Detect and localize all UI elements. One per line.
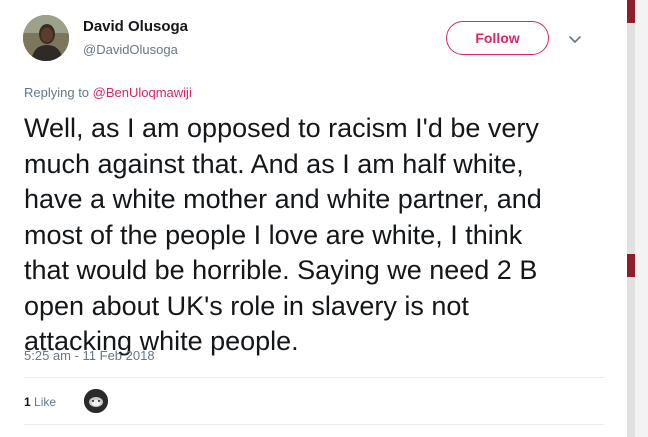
chevron-down-icon[interactable] [566,30,584,48]
likes-stat[interactable]: 1 Like [24,395,56,409]
author-avatar[interactable] [23,15,69,61]
scrollbar-marker [627,0,635,23]
profile-photo-icon [23,15,69,61]
tweet-card: David Olusoga @DavidOlusoga Follow Reply… [0,0,648,437]
divider [24,377,604,378]
liker-avatar[interactable] [84,389,108,413]
reply-prefix: Replying to [24,85,93,100]
scrollbar-marker [627,254,635,277]
scrollbar-track[interactable] [627,0,635,437]
liker-photo-icon [84,389,108,413]
window-edge [635,0,648,437]
follow-button[interactable]: Follow [446,21,549,55]
reply-handle-link[interactable]: @BenUloqmawiji [93,85,192,100]
divider [24,424,604,425]
reply-context: Replying to @BenUloqmawiji [24,85,192,101]
tweet-timestamp[interactable]: 5:25 am - 11 Feb 2018 [24,348,155,363]
like-label: Like [34,395,57,409]
author-display-name[interactable]: David Olusoga [83,18,188,36]
author-screen-name[interactable]: @DavidOlusoga [83,42,178,58]
like-count: 1 [24,395,31,409]
tweet-text: Well, as I am opposed to racism I'd be v… [24,113,542,356]
